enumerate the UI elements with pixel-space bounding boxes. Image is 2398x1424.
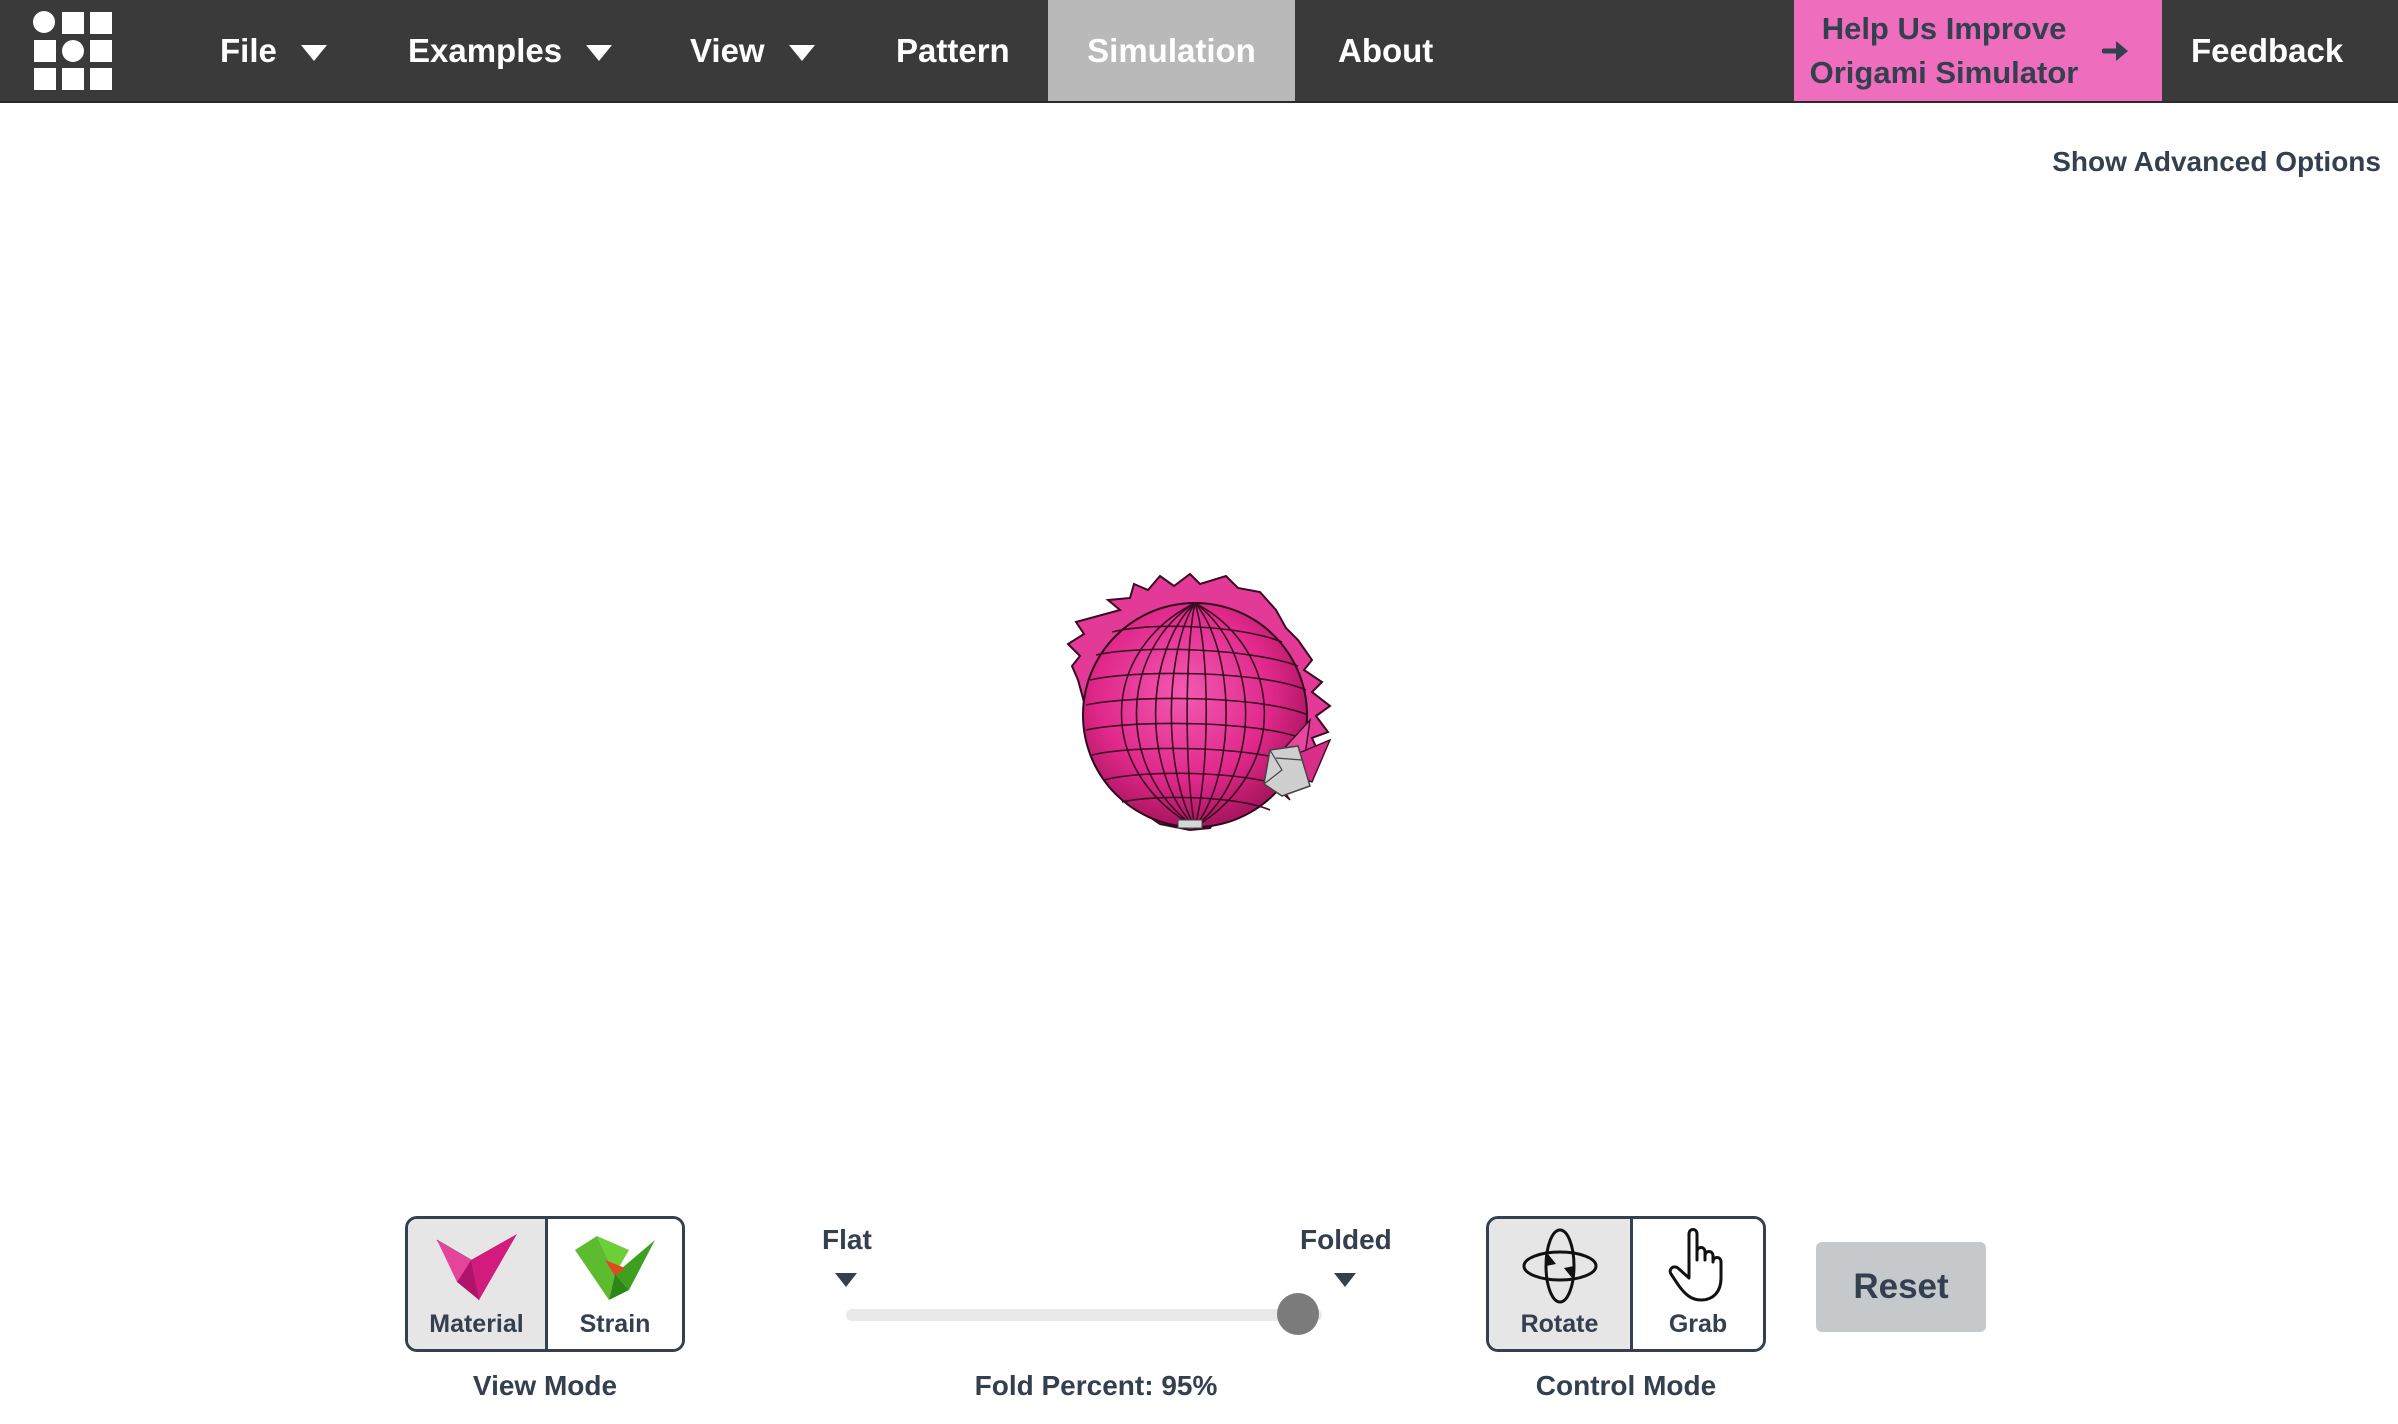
chevron-down-icon — [300, 44, 327, 61]
fold-percent-slider-thumb[interactable] — [1277, 1293, 1320, 1335]
control-mode-caption: Control Mode — [1535, 1370, 1717, 1401]
strain-icon — [575, 1236, 655, 1300]
nav-feedback-label: Feedback — [2191, 31, 2344, 69]
nav-feedback-link[interactable]: Feedback — [2191, 0, 2343, 101]
fold-percent-text: Fold Percent: 95% — [974, 1370, 1218, 1401]
origami-model-icon[interactable] — [1050, 570, 1360, 850]
chevron-down-icon — [586, 44, 613, 61]
flat-marker-icon — [835, 1273, 857, 1287]
view-mode-toggle: Material Strain — [405, 1216, 685, 1352]
view-mode-caption: View Mode — [472, 1370, 618, 1401]
chevron-down-icon — [788, 44, 815, 61]
nav-simulation-tab[interactable]: Simulation — [1048, 0, 1295, 101]
nav-simulation-label: Simulation — [1087, 31, 1256, 69]
hand-pointer-icon — [1668, 1228, 1723, 1302]
nav-examples-label: Examples — [408, 31, 563, 69]
reset-button[interactable]: Reset — [1816, 1242, 1986, 1332]
help-improve-button[interactable]: Help Us Improve Origami Simulator — [1794, 0, 2162, 101]
material-icon — [436, 1234, 517, 1301]
nav-file-label: File — [220, 31, 277, 69]
folded-marker-icon — [1334, 1273, 1356, 1287]
grab-label: Grab — [1668, 1310, 1728, 1338]
nav-file-menu[interactable]: File — [220, 0, 327, 101]
nav-about-tab[interactable]: About — [1338, 0, 1433, 101]
rotate-label: Rotate — [1520, 1310, 1599, 1338]
rotate-mode-button[interactable]: Rotate — [1489, 1219, 1630, 1349]
nav-pattern-tab[interactable]: Pattern — [896, 0, 1010, 101]
material-label: Material — [429, 1310, 524, 1338]
help-line-1: Help Us Improve — [1821, 10, 2067, 46]
nav-about-label: About — [1338, 31, 1434, 69]
nav-examples-menu[interactable]: Examples — [408, 0, 613, 101]
grid-logo-icon[interactable] — [32, 10, 116, 92]
fold-percent-slider-track[interactable] — [846, 1309, 1322, 1321]
nav-view-label: View — [690, 31, 765, 69]
top-navbar: File Examples View Pattern Simulation Ab… — [0, 0, 2398, 103]
help-line-2: Origami Simulator — [1809, 54, 2079, 90]
arrow-right-icon — [2102, 40, 2128, 61]
folded-label: Folded — [1300, 1224, 1392, 1255]
nav-view-menu[interactable]: View — [690, 0, 815, 101]
control-mode-toggle: Rotate Grab — [1486, 1216, 1766, 1352]
material-mode-button[interactable]: Material — [408, 1219, 545, 1349]
help-improve-text: Help Us Improve Origami Simulator — [1794, 7, 2094, 95]
strain-label: Strain — [579, 1310, 651, 1338]
show-advanced-options-link[interactable]: Show Advanced Options — [2052, 146, 2381, 178]
rotate-icon — [1522, 1228, 1597, 1304]
strain-mode-button[interactable]: Strain — [545, 1219, 682, 1349]
grab-mode-button[interactable]: Grab — [1630, 1219, 1763, 1349]
flat-label: Flat — [822, 1224, 872, 1255]
nav-pattern-label: Pattern — [896, 31, 1010, 69]
